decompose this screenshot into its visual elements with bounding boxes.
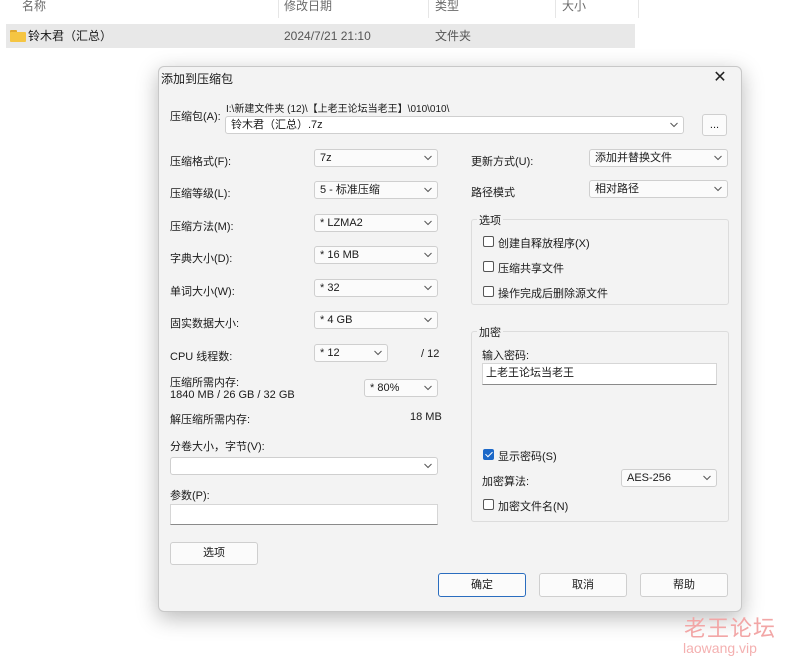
chevron-down-icon (670, 122, 678, 128)
chevron-down-icon (424, 317, 432, 323)
watermark-url: laowang.vip (683, 640, 757, 656)
file-name: 铃木君（汇总） (28, 29, 113, 43)
chevron-down-icon (424, 220, 432, 226)
dictionary-select[interactable]: * 16 MB (314, 246, 438, 264)
split-size-label: 分卷大小，字节(V): (170, 441, 265, 453)
file-date: 2024/7/21 21:10 (284, 29, 371, 43)
encryption-method-label: 加密算法: (482, 476, 530, 488)
close-button[interactable]: ✕ (705, 68, 735, 88)
show-password-checkbox[interactable] (483, 449, 494, 460)
cpu-threads-total: / 12 (421, 348, 440, 360)
file-type: 文件夹 (435, 29, 472, 43)
path-mode-value: 相对路径 (595, 183, 639, 195)
column-divider[interactable] (428, 0, 429, 18)
add-to-archive-dialog: 添加到压缩包 ✕ 压缩包(A): I:\新建文件夹 (12)\【上老王论坛当老王… (158, 66, 742, 612)
level-value: 5 - 标准压缩 (320, 184, 380, 196)
format-select[interactable]: 7z (314, 149, 438, 167)
chevron-down-icon (374, 350, 382, 356)
close-icon[interactable]: ✕ (713, 69, 726, 86)
decompress-memory-value: 18 MB (410, 411, 442, 423)
archive-label: 压缩包(A): (170, 111, 221, 123)
format-label: 压缩格式(F): (170, 156, 232, 168)
chevron-down-icon (424, 252, 432, 258)
delete-source-checkbox[interactable] (483, 286, 494, 297)
file-row-selected[interactable]: 铃木君（汇总） 2024/7/21 21:10 文件夹 (6, 24, 635, 48)
shared-files-label[interactable]: 压缩共享文件 (498, 260, 564, 276)
chevron-down-icon (714, 186, 722, 192)
solid-size-value: * 4 GB (320, 314, 353, 326)
memory-percent-value: * 80% (370, 382, 400, 394)
decompress-memory-label: 解压缩所需内存: (170, 414, 251, 426)
column-date[interactable]: 修改日期 (284, 0, 332, 12)
chevron-down-icon (703, 475, 711, 481)
encrypt-names-checkbox[interactable] (483, 499, 494, 510)
encrypt-names-label[interactable]: 加密文件名(N) (498, 498, 568, 514)
dialog-title: 添加到压缩包 (161, 72, 234, 86)
solid-size-select[interactable]: * 4 GB (314, 311, 438, 329)
word-size-label: 单词大小(W): (170, 286, 235, 298)
column-divider[interactable] (278, 0, 279, 18)
compress-memory-value: 1840 MB / 26 GB / 32 GB (170, 389, 295, 401)
dictionary-label: 字典大小(D): (170, 253, 233, 265)
encryption-method-value: AES-256 (627, 472, 672, 484)
update-mode-label: 更新方式(U): (471, 156, 534, 168)
column-name[interactable]: 名称 (22, 0, 46, 12)
chevron-down-icon (424, 463, 432, 469)
options-button[interactable]: 选项 (170, 542, 258, 565)
memory-percent-select[interactable]: * 80% (364, 379, 438, 397)
column-size[interactable]: 大小 (562, 0, 586, 12)
level-label: 压缩等级(L): (170, 188, 231, 200)
watermark-logo-text: 老王论坛 (684, 616, 777, 641)
archive-name-combo[interactable]: 铃木君（汇总）.7z (225, 116, 684, 134)
method-select[interactable]: * LZMA2 (314, 214, 438, 232)
chevron-down-icon (424, 187, 432, 193)
solid-size-label: 固实数据大小: (170, 318, 240, 330)
column-divider[interactable] (638, 0, 639, 18)
chevron-down-icon (424, 385, 432, 391)
help-button[interactable]: 帮助 (640, 573, 728, 597)
format-value: 7z (320, 152, 332, 164)
chevron-down-icon (424, 155, 432, 161)
archive-path: I:\新建文件夹 (12)\【上老王论坛当老王】\010\010\ (226, 104, 450, 115)
cpu-threads-label: CPU 线程数: (170, 351, 233, 363)
password-label: 输入密码: (482, 350, 530, 362)
column-type[interactable]: 类型 (435, 0, 459, 12)
shared-files-checkbox[interactable] (483, 261, 494, 272)
cpu-threads-value: * 12 (320, 347, 340, 359)
show-password-label[interactable]: 显示密码(S) (498, 448, 557, 464)
method-value: * LZMA2 (320, 217, 363, 229)
sfx-label[interactable]: 创建自释放程序(X) (498, 235, 590, 251)
split-size-combo[interactable] (170, 457, 438, 475)
dictionary-value: * 16 MB (320, 249, 360, 261)
level-select[interactable]: 5 - 标准压缩 (314, 181, 438, 199)
update-mode-select[interactable]: 添加并替换文件 (589, 149, 728, 167)
ok-button[interactable]: 确定 (438, 573, 526, 597)
delete-source-label[interactable]: 操作完成后删除源文件 (498, 285, 608, 301)
update-mode-value: 添加并替换文件 (595, 152, 672, 164)
archive-name-value: 铃木君（汇总）.7z (231, 119, 323, 131)
chevron-down-icon (714, 155, 722, 161)
file-list-header: 名称 修改日期 类型 大小 (0, 0, 640, 18)
compress-memory-label: 压缩所需内存: (170, 377, 240, 389)
path-mode-label: 路径模式 (471, 187, 515, 199)
encryption-group-title: 加密 (477, 324, 503, 340)
cpu-threads-select[interactable]: * 12 (314, 344, 388, 362)
method-label: 压缩方法(M): (170, 221, 234, 233)
path-mode-select[interactable]: 相对路径 (589, 180, 728, 198)
word-size-value: * 32 (320, 282, 340, 294)
options-group-title: 选项 (477, 212, 503, 228)
params-label: 参数(P): (170, 490, 210, 502)
browse-button[interactable]: ... (702, 114, 727, 136)
params-input[interactable] (170, 504, 438, 525)
password-input[interactable]: 上老王论坛当老王 (482, 363, 717, 385)
word-size-select[interactable]: * 32 (314, 279, 438, 297)
column-divider[interactable] (555, 0, 556, 18)
chevron-down-icon (424, 285, 432, 291)
sfx-checkbox[interactable] (483, 236, 494, 247)
folder-icon (10, 30, 26, 42)
cancel-button[interactable]: 取消 (539, 573, 627, 597)
encryption-method-select[interactable]: AES-256 (621, 469, 717, 487)
